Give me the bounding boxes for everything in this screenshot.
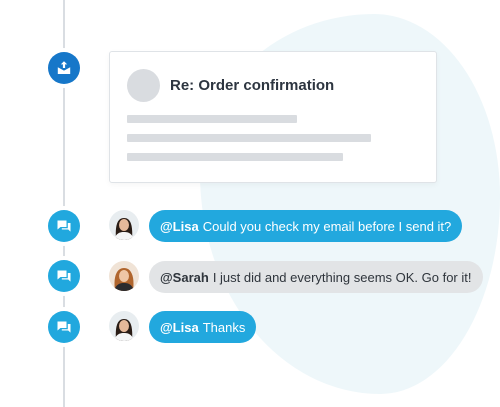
message-text: Thanks: [202, 319, 246, 335]
email-body-placeholder-line: [127, 153, 343, 161]
activity-timeline: Re: Order confirmation @Lisa Could you c…: [0, 0, 500, 407]
avatar-sarah: [109, 261, 139, 291]
avatar-lisa-sender: [109, 210, 139, 240]
email-body-placeholder-line: [127, 134, 371, 142]
email-preview-card[interactable]: Re: Order confirmation: [109, 51, 437, 183]
avatar-lisa-sender: [109, 311, 139, 341]
mention-tag[interactable]: @Lisa: [160, 320, 199, 335]
chat-bubbles-icon: [48, 210, 80, 242]
chat-message-bubble: @Lisa Could you check my email before I …: [149, 210, 463, 242]
message-text: I just did and everything seems OK. Go f…: [212, 269, 472, 285]
email-body-placeholder-line: [127, 115, 297, 123]
chat-bubbles-icon: [48, 311, 80, 343]
chat-message-bubble: @Lisa Thanks: [149, 311, 257, 343]
mention-tag[interactable]: @Lisa: [160, 219, 199, 234]
email-upload-icon: [48, 52, 80, 84]
mention-tag[interactable]: @Sarah: [160, 270, 209, 285]
email-subject: Re: Order confirmation: [170, 77, 335, 94]
chat-message-bubble: @Sarah I just did and everything seems O…: [149, 261, 483, 293]
email-sender-avatar: [127, 69, 160, 102]
message-text: Could you check my email before I send i…: [202, 218, 452, 234]
chat-bubbles-icon: [48, 260, 80, 292]
